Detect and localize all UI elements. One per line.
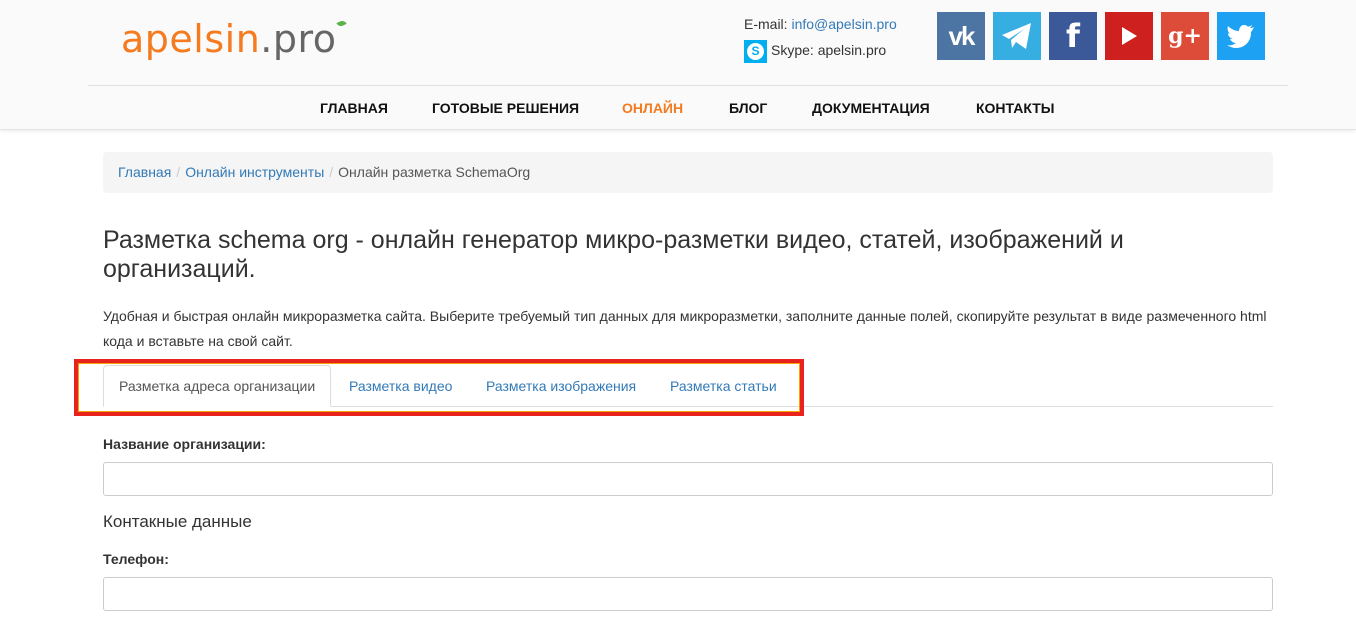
email-row: E-mail: info@apelsin.pro xyxy=(744,14,897,34)
email-link[interactable]: info@apelsin.pro xyxy=(791,16,896,32)
tab-organization-address[interactable]: Разметка адреса организации xyxy=(103,365,331,407)
breadcrumb-current: Онлайн разметка SchemaOrg xyxy=(338,164,531,180)
breadcrumb-online-tools[interactable]: Онлайн инструменты xyxy=(185,164,324,180)
page-description: Удобная и быстрая онлайн микроразметка с… xyxy=(103,308,1267,349)
logo-leaf-icon xyxy=(336,19,347,28)
contact-section-heading: Контакные данные xyxy=(103,512,252,531)
breadcrumb-separator: / xyxy=(176,164,181,180)
contact-info: E-mail: info@apelsin.pro Skype: apelsin.… xyxy=(744,14,897,63)
vk-icon[interactable]: vk xyxy=(937,12,985,60)
twitter-icon[interactable] xyxy=(1217,12,1265,60)
nav-item-contacts[interactable]: КОНТАКТЫ xyxy=(976,86,1054,130)
breadcrumb-separator: / xyxy=(329,164,334,180)
site-header: apelsin.pro E-mail: info@apelsin.pro Sky… xyxy=(0,0,1356,130)
play-triangle-shape xyxy=(1122,27,1137,45)
phone-input[interactable] xyxy=(103,577,1273,611)
breadcrumb-home[interactable]: Главная xyxy=(118,164,171,180)
tab-video[interactable]: Разметка видео xyxy=(334,365,467,407)
skype-row: Skype: apelsin.pro xyxy=(744,39,886,63)
phone-label: Телефон: xyxy=(103,551,169,567)
google-plus-icon[interactable]: g+ xyxy=(1161,12,1209,60)
tab-image[interactable]: Разметка изображения xyxy=(471,365,651,407)
nav-item-solutions[interactable]: ГОТОВЫЕ РЕШЕНИЯ xyxy=(432,86,579,130)
telegram-plane-shape xyxy=(1002,23,1031,49)
email-label: E-mail: xyxy=(744,16,792,32)
skype-icon xyxy=(744,39,767,63)
logo-part-1: apelsin xyxy=(121,17,261,61)
twitter-bird-shape xyxy=(1227,25,1254,48)
youtube-icon[interactable] xyxy=(1105,12,1153,60)
nav-item-home[interactable]: ГЛАВНАЯ xyxy=(320,86,388,130)
main-nav: ГЛАВНАЯ ГОТОВЫЕ РЕШЕНИЯ ОНЛАЙН БЛОГ ДОКУ… xyxy=(0,86,1356,130)
tab-article[interactable]: Разметка статьи xyxy=(655,365,792,407)
facebook-icon[interactable]: f xyxy=(1049,12,1097,60)
nav-item-online[interactable]: ОНЛАЙН xyxy=(622,86,683,130)
breadcrumb: Главная / Онлайн инструменты / Онлайн размет… xyxy=(103,152,1273,193)
org-name-label: Название организации: xyxy=(103,436,266,452)
nav-item-docs[interactable]: ДОКУМЕНТАЦИЯ xyxy=(812,86,930,130)
telegram-icon[interactable] xyxy=(993,12,1041,60)
logo-part-2: .pro xyxy=(260,17,337,61)
site-logo[interactable]: apelsin.pro xyxy=(121,15,347,63)
skype-text: Skype: apelsin.pro xyxy=(771,42,887,58)
org-name-input[interactable] xyxy=(103,462,1273,496)
page-title: Разметка schema org - онлайн генератор м… xyxy=(103,226,1124,283)
nav-item-blog[interactable]: БЛОГ xyxy=(729,86,767,130)
